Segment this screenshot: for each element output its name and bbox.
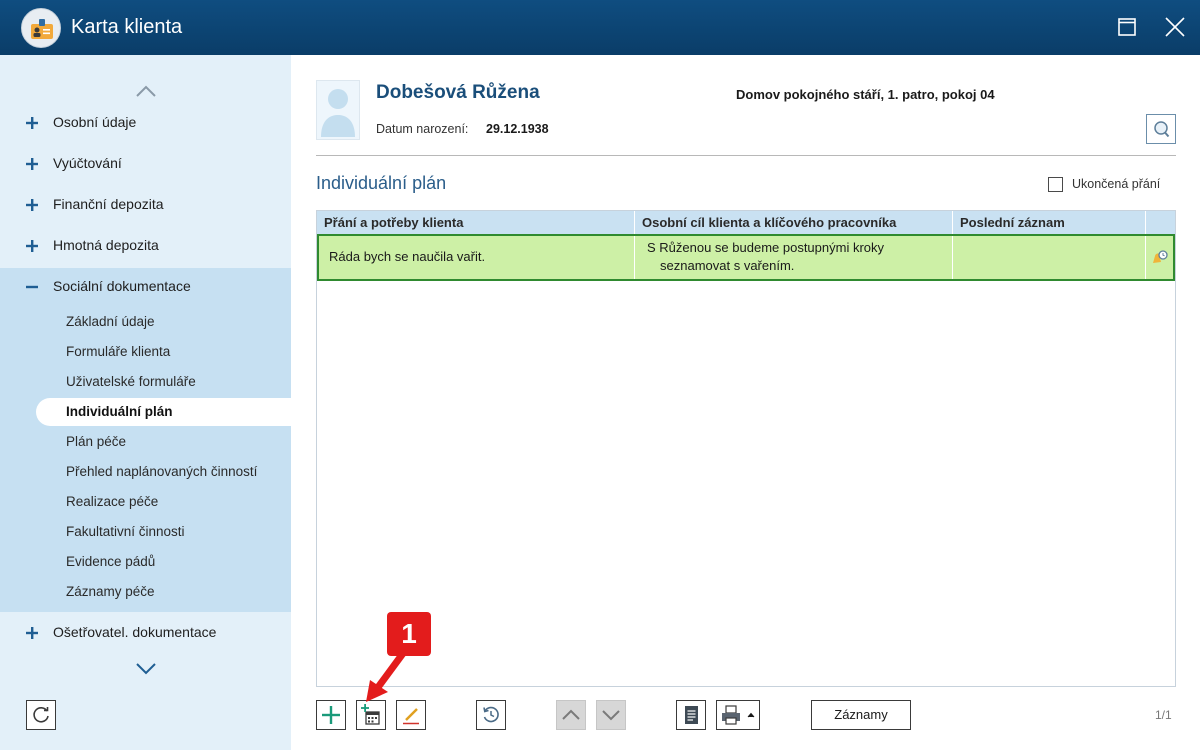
sidebar-subitem-individualni-plan[interactable]: Individuální plán (36, 398, 291, 426)
annotation-badge: 1 (387, 612, 431, 656)
move-up-button[interactable] (556, 700, 586, 730)
history-button[interactable] (476, 700, 506, 730)
sidebar-subitem-label: Plán péče (66, 434, 127, 449)
column-divider (952, 211, 953, 234)
scroll-down-chevron-icon[interactable] (134, 661, 158, 677)
sidebar-subitem-realizace-pece[interactable]: Realizace péče (0, 488, 291, 516)
history-icon (483, 706, 499, 723)
sidebar-item-label: Vyúčtování (53, 155, 122, 171)
cell-divider (952, 236, 953, 279)
title-bar: Karta klienta (0, 0, 1200, 55)
column-divider (1145, 211, 1146, 234)
sidebar-subitem-zakladni-udaje[interactable]: Základní údaje (0, 308, 291, 336)
chevron-up-icon (562, 709, 580, 720)
chevron-down-icon (602, 710, 620, 721)
close-icon[interactable] (1160, 12, 1190, 42)
sidebar-item-label: Sociální dokumentace (53, 278, 191, 294)
sidebar-subitem-label: Základní údaje (66, 314, 155, 329)
refresh-button[interactable] (26, 700, 56, 730)
sidebar-item-label: Osobní údaje (53, 114, 137, 130)
report-button[interactable] (676, 700, 706, 730)
dob-value: 29.12.1938 (486, 122, 549, 136)
sidebar-item-label: Hmotná depozita (53, 237, 159, 253)
column-header-goal[interactable]: Osobní cíl klienta a klíčového pracovník… (642, 215, 896, 230)
sidebar-subitem-formulare-klienta[interactable]: Formuláře klienta (0, 338, 291, 366)
sidebar-subitem-zaznamy-pece[interactable]: Záznamy péče (0, 578, 291, 606)
client-name: Dobešová Růžena (376, 82, 540, 103)
page-indicator: 1/1 (1155, 708, 1172, 722)
header-divider (316, 155, 1176, 156)
move-down-button[interactable] (596, 700, 626, 730)
maximize-icon[interactable] (1112, 12, 1142, 42)
sidebar-subitem-label: Fakultativní činnosti (66, 524, 185, 539)
plus-icon (26, 627, 38, 639)
sidebar-item-label: Finanční depozita (53, 196, 164, 212)
plus-icon (322, 706, 340, 724)
magnifier-icon (1154, 121, 1170, 138)
sidebar-subitem-label: Přehled naplánovaných činností (66, 464, 258, 479)
scroll-up-chevron-icon[interactable] (134, 83, 158, 99)
records-button[interactable]: Záznamy (811, 700, 911, 730)
window-title: Karta klienta (71, 16, 183, 38)
sidebar-item-socialni-dokumentace[interactable]: Sociální dokumentace (0, 269, 291, 305)
sidebar-item-vyuctovani[interactable]: Vyúčtování (0, 146, 291, 182)
plan-table: Přání a potřeby klienta Osobní cíl klien… (316, 210, 1176, 687)
cell-wish: Ráda bych se naučila vařit. (329, 249, 486, 264)
document-icon (685, 706, 698, 724)
sidebar-subitem-label: Individuální plán (66, 404, 173, 419)
cell-goal-line: seznamovat s vařením. (660, 258, 795, 273)
sidebar-subitem-label: Záznamy péče (66, 584, 155, 599)
printer-icon (722, 705, 755, 725)
table-row[interactable]: Ráda bych se naučila vařit. S Růženou se… (317, 234, 1175, 281)
sidebar-item-osetrovatel-dokumentace[interactable]: Ošetřovatel. dokumentace (0, 615, 291, 651)
sidebar-item-hmotna-depozita[interactable]: Hmotná depozita (0, 228, 291, 264)
sidebar-item-label: Ošetřovatel. dokumentace (53, 624, 217, 640)
print-button[interactable] (716, 700, 760, 730)
client-photo (316, 80, 360, 140)
page-title: Individuální plán (316, 173, 447, 193)
plus-icon (26, 240, 38, 252)
sidebar-subitem-label: Uživatelské formuláře (66, 374, 196, 389)
notification-bell-icon[interactable] (1149, 248, 1169, 268)
sidebar-subitem-prehled-cinnosti[interactable]: Přehled naplánovaných činností (0, 458, 291, 486)
sidebar-subitem-uzivatelske-formulare[interactable]: Uživatelské formuláře (0, 368, 291, 396)
column-header-last-record[interactable]: Poslední záznam (960, 215, 1065, 230)
refresh-icon (33, 707, 49, 723)
plus-icon (26, 158, 38, 170)
cell-goal-line: S Růženou se budeme postupnými kroky (647, 240, 885, 255)
sidebar-subitem-label: Formuláře klienta (66, 344, 171, 359)
ended-wishes-checkbox[interactable] (1048, 177, 1063, 192)
table-header: Přání a potřeby klienta Osobní cíl klien… (317, 211, 1175, 234)
sidebar-subitem-label: Evidence pádů (66, 554, 156, 569)
client-card-icon (21, 8, 61, 48)
column-header-wishes[interactable]: Přání a potřeby klienta (324, 215, 463, 230)
column-divider (634, 211, 635, 234)
plus-icon (26, 117, 38, 129)
sidebar-item-financni-depozita[interactable]: Finanční depozita (0, 187, 291, 223)
dob-label: Datum narození: (376, 122, 469, 136)
search-button[interactable] (1146, 114, 1176, 144)
sidebar: Osobní údaje Vyúčtování Finanční depozit… (0, 55, 291, 750)
minus-icon (26, 285, 38, 289)
client-location: Domov pokojného stáří, 1. patro, pokoj 0… (736, 87, 995, 102)
sidebar-item-osobni-udaje[interactable]: Osobní údaje (0, 105, 291, 141)
sidebar-subitem-plan-pece[interactable]: Plán péče (0, 428, 291, 456)
cell-divider (634, 236, 635, 279)
sidebar-subitem-label: Realizace péče (66, 494, 159, 509)
plus-icon (26, 199, 38, 211)
sidebar-subitem-evidence-padu[interactable]: Evidence pádů (0, 548, 291, 576)
sidebar-subitem-fakultativni-cinnosti[interactable]: Fakultativní činnosti (0, 518, 291, 546)
add-button[interactable] (316, 700, 346, 730)
ended-wishes-label: Ukončená přání (1072, 177, 1161, 191)
cell-divider (1145, 236, 1146, 279)
sidebar-expanded-section: Sociální dokumentace Základní údaje Form… (0, 268, 291, 612)
